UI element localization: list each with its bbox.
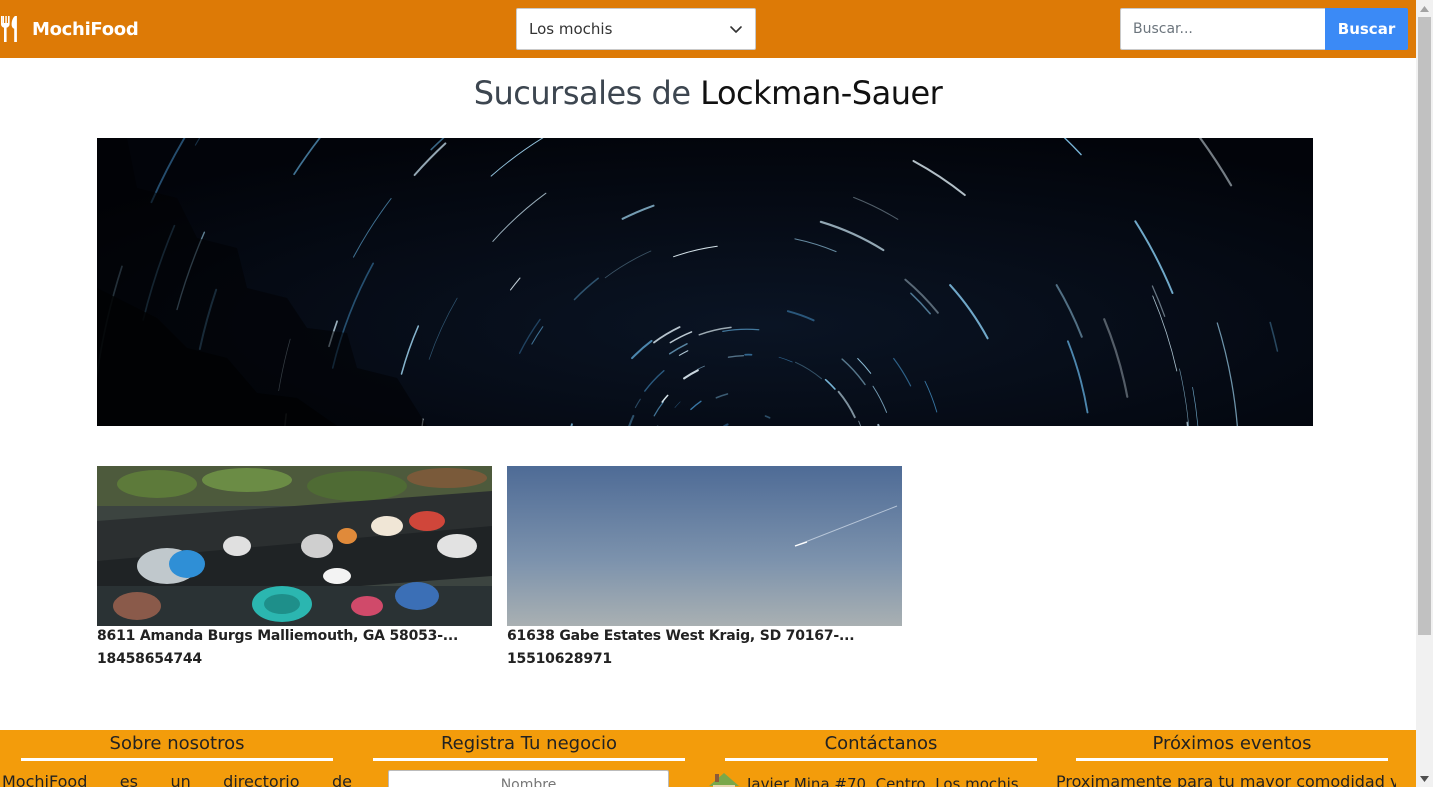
register-name-input[interactable] <box>388 770 669 787</box>
divider <box>1076 758 1388 761</box>
divider <box>373 758 685 761</box>
brand-link[interactable]: MochiFood <box>0 14 139 44</box>
footer-events-text: Proximamente para tu mayor comodidad va <box>1056 772 1396 787</box>
branch-phone: 18458654744 <box>97 651 202 667</box>
about-word: directorio <box>223 772 300 787</box>
scroll-down-button[interactable] <box>1416 770 1433 787</box>
brand-name: MochiFood <box>32 18 139 40</box>
divider <box>21 758 333 761</box>
arrow-down-icon <box>1420 775 1429 782</box>
branch-address: 8611 Amanda Burgs Malliemouth, GA 58053-… <box>97 628 459 644</box>
footer-about: Sobre nosotros MochiFood es un directori… <box>2 730 352 787</box>
about-word: un <box>170 772 191 787</box>
fork-knife-icon <box>1 16 17 42</box>
page-title: Sucursales de Lockman-Sauer <box>0 74 1416 112</box>
company-name: Lockman-Sauer <box>700 74 943 112</box>
star-trails-image <box>97 138 1313 426</box>
divider <box>725 758 1037 761</box>
branch-address: 61638 Gabe Estates West Kraig, SD 70167-… <box>507 628 855 644</box>
footer-events: Próximos eventos Proximamente para tu ma… <box>1056 730 1396 787</box>
branch-image-sky <box>507 466 902 626</box>
branch-phone: 15510628971 <box>507 651 612 667</box>
footer-about-text: MochiFood es un directorio de <box>2 772 352 787</box>
about-word: de <box>331 772 352 787</box>
city-select-value: Los mochis <box>529 20 613 38</box>
arrow-up-icon <box>1420 5 1429 12</box>
vertical-scrollbar[interactable] <box>1416 0 1433 787</box>
search-button[interactable]: Buscar <box>1325 8 1408 50</box>
scroll-up-button[interactable] <box>1416 0 1433 17</box>
hero-image <box>97 138 1313 426</box>
browser-viewport: MochiFood Los mochis Buscar Sucursales d… <box>0 0 1433 787</box>
about-word: MochiFood <box>2 772 88 787</box>
top-navbar: MochiFood Los mochis Buscar <box>0 0 1416 58</box>
branch-image-floating-market <box>97 466 492 626</box>
scrollbar-thumb[interactable] <box>1418 17 1431 635</box>
search-input[interactable] <box>1120 8 1325 50</box>
title-prefix: Sucursales de <box>473 74 691 112</box>
chevron-down-icon <box>730 26 742 33</box>
branch-card[interactable]: 61638 Gabe Estates West Kraig, SD 70167-… <box>507 466 902 667</box>
footer-contact-heading: Contáctanos <box>824 733 938 754</box>
contact-address: Javier Mina #70, Centro, Los mochis <box>747 775 1019 787</box>
about-word: es <box>119 772 138 787</box>
footer-contact: Contáctanos Javier Mina #70, Centro, Los… <box>709 730 1037 787</box>
footer-about-heading: Sobre nosotros <box>109 733 245 754</box>
contact-address-row: Javier Mina #70, Centro, Los mochis <box>705 770 1019 787</box>
footer: Sobre nosotros MochiFood es un directori… <box>0 730 1416 787</box>
page: MochiFood Los mochis Buscar Sucursales d… <box>0 0 1416 787</box>
footer-register-heading: Registra Tu negocio <box>440 733 617 754</box>
branch-card[interactable]: 8611 Amanda Burgs Malliemouth, GA 58053-… <box>97 466 492 667</box>
footer-events-heading: Próximos eventos <box>1152 733 1312 754</box>
footer-register: Registra Tu negocio <box>373 730 685 787</box>
city-select[interactable]: Los mochis <box>516 8 756 50</box>
house-icon <box>709 773 739 787</box>
